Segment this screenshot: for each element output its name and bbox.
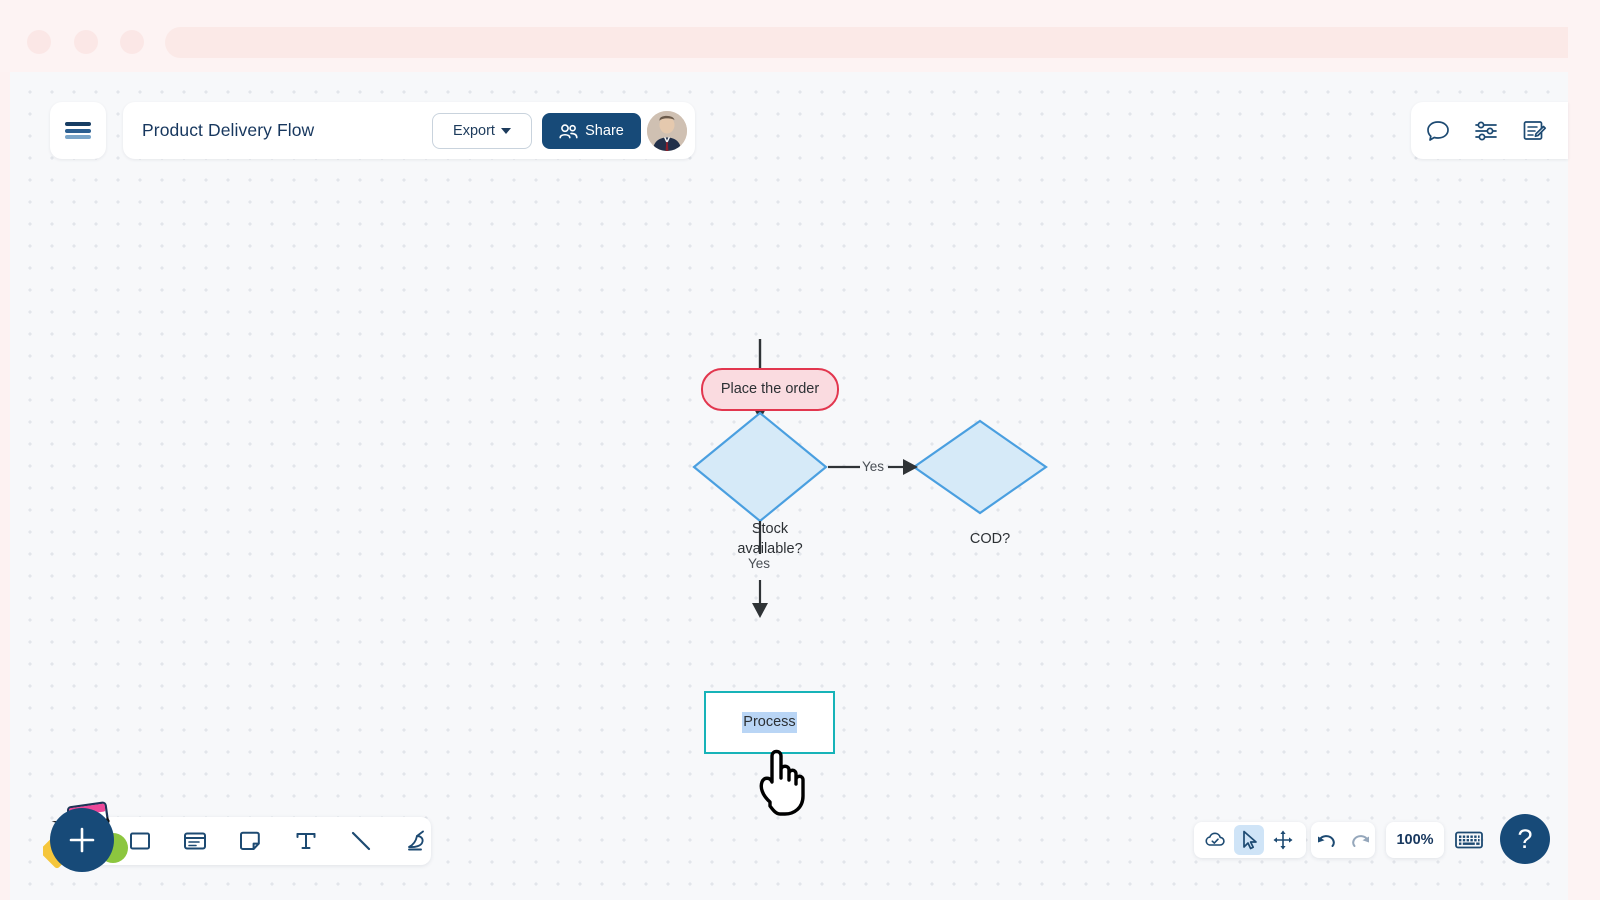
node-process[interactable] [704,691,835,754]
node-decision-stock-available[interactable] [692,411,828,523]
diagram-canvas[interactable]: Place the order Stock available? COD? Ye… [10,72,1568,900]
node-decision-cod[interactable] [912,419,1048,515]
pen-highlighter-tool[interactable] [402,826,431,856]
add-button[interactable] [50,808,114,872]
bottom-right-tool-group-select [1194,822,1306,858]
line-tool[interactable] [346,826,375,856]
note-edit-icon[interactable] [1519,116,1549,146]
hamburger-line-2 [65,128,91,133]
cursor-arrow-icon[interactable] [1234,825,1264,855]
page-title[interactable]: Product Delivery Flow [142,120,314,141]
comment-icon[interactable] [1423,116,1453,146]
hamburger-menu-button[interactable] [50,102,106,159]
export-button-label: Export [453,123,495,139]
help-button[interactable]: ? [1500,814,1550,864]
settings-sliders-icon[interactable] [1471,116,1501,146]
card-container-tool[interactable] [180,826,209,856]
browser-chrome [0,0,1600,72]
bottom-right-tool-group-history [1311,822,1375,858]
share-button[interactable]: Share [542,113,641,149]
browser-url-bar[interactable] [165,27,1600,58]
share-button-label: Share [585,123,624,139]
edge-label-yes-right: Yes [862,459,885,474]
keyboard-icon[interactable] [1452,825,1486,855]
arrowhead-dec1-to-process [752,603,768,618]
hamburger-line-3 [65,135,91,139]
zoom-level-display[interactable]: 100% [1386,822,1444,858]
avatar[interactable] [647,111,687,151]
right-gutter [1568,0,1600,900]
text-tool[interactable] [291,826,320,856]
chevron-down-icon [500,128,511,134]
document-titlebar: Product Delivery Flow Export Share [123,102,695,159]
window-maximize-button[interactable] [120,30,144,54]
undo-arrow-icon[interactable] [1311,825,1340,855]
window-close-button[interactable] [27,30,51,54]
user-avatar-photo [647,111,687,151]
sticky-note-tool[interactable] [236,826,265,856]
hamburger-menu-icon [65,122,91,126]
people-icon [559,123,578,138]
flowchart-svg [692,339,1048,618]
help-button-label: ? [1517,823,1533,854]
edge-label-yes-down: Yes [748,556,771,571]
top-right-tool-cluster [1411,102,1568,159]
plus-icon [69,827,95,853]
move-arrows-icon[interactable] [1268,825,1298,855]
export-button[interactable]: Export [432,113,532,149]
window-minimize-button[interactable] [74,30,98,54]
cloud-check-icon[interactable] [1200,825,1230,855]
zoom-level-label: 100% [1396,832,1434,848]
node-place-the-order[interactable] [701,368,839,411]
arrowhead-dec1-to-dec2 [903,459,918,475]
redo-arrow-icon[interactable] [1346,825,1375,855]
